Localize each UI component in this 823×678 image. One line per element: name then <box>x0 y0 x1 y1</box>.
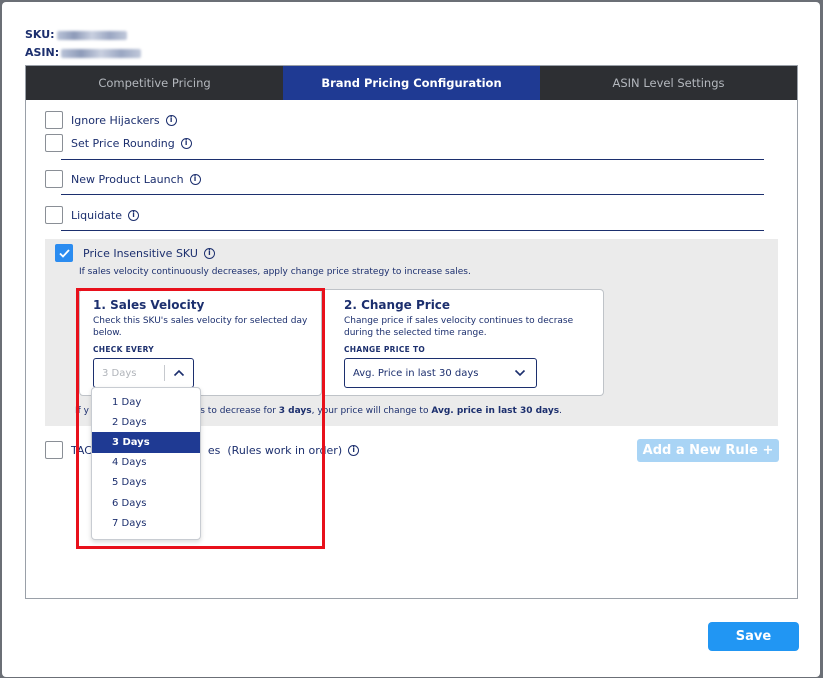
new-product-launch-checkbox[interactable] <box>45 170 63 188</box>
sku-line: SKU: <box>25 28 127 41</box>
price-insensitive-description: If sales velocity continuously decreases… <box>79 267 471 277</box>
asin-label: ASIN: <box>25 46 60 59</box>
tacos-checkbox[interactable] <box>45 441 63 459</box>
change-price-to-caption: CHANGE PRICE TO <box>344 345 426 354</box>
change-price-description: Change price if sales velocity continues… <box>344 316 574 338</box>
asin-line: ASIN: <box>25 46 142 59</box>
divider <box>61 194 764 195</box>
price-insensitive-checkbox[interactable] <box>55 244 73 262</box>
result-end: . <box>559 406 562 416</box>
divider <box>61 230 764 231</box>
info-icon[interactable]: i <box>180 137 192 149</box>
divider <box>61 159 764 160</box>
ignore-hijackers-row: Ignore Hijackers i <box>45 111 177 129</box>
check-icon <box>58 248 70 258</box>
tab-bar: Competitive Pricing Brand Pricing Config… <box>26 66 797 100</box>
new-product-launch-row: New Product Launch i <box>45 170 201 188</box>
save-button[interactable]: Save <box>708 622 799 651</box>
price-insensitive-label: Price Insensitive SKU <box>83 246 198 260</box>
liquidate-checkbox[interactable] <box>45 206 63 224</box>
set-price-rounding-checkbox[interactable] <box>45 134 63 152</box>
change-price-value: Avg. Price in last 30 days <box>353 367 479 379</box>
sku-value-redacted <box>56 30 127 40</box>
result-target: Avg. price in last 30 days <box>431 406 560 416</box>
info-icon[interactable]: i <box>203 247 215 259</box>
price-insensitive-row: Price Insensitive SKU i <box>55 244 215 262</box>
add-new-rule-button[interactable]: Add a New Rule + <box>637 439 779 462</box>
liquidate-label: Liquidate <box>71 208 122 222</box>
chevron-down-icon <box>514 369 526 377</box>
liquidate-row: Liquidate i <box>45 206 139 224</box>
tab-competitive-pricing[interactable]: Competitive Pricing <box>26 66 283 100</box>
set-price-rounding-label: Set Price Rounding <box>71 136 175 150</box>
sku-label: SKU: <box>25 28 55 41</box>
pricing-modal: SKU: ASIN: Competitive Pricing Brand Pri… <box>2 2 820 677</box>
result-mid2: , your price will change to <box>311 406 432 416</box>
info-icon[interactable]: i <box>189 173 201 185</box>
ignore-hijackers-checkbox[interactable] <box>45 111 63 129</box>
tab-brand-pricing-configuration[interactable]: Brand Pricing Configuration <box>283 66 540 100</box>
info-icon[interactable]: i <box>128 209 139 221</box>
ignore-hijackers-label: Ignore Hijackers <box>71 113 160 127</box>
new-product-launch-label: New Product Launch <box>71 172 184 186</box>
info-icon[interactable]: i <box>348 444 360 456</box>
set-price-rounding-row: Set Price Rounding i <box>45 134 192 152</box>
asin-value-redacted <box>61 48 142 58</box>
info-icon[interactable]: i <box>165 114 177 126</box>
change-price-card: 2. Change Price Change price if sales ve… <box>322 289 604 396</box>
red-highlight-box <box>76 288 325 549</box>
change-price-select[interactable]: Avg. Price in last 30 days <box>344 358 537 388</box>
tab-asin-level-settings[interactable]: ASIN Level Settings <box>540 66 797 100</box>
change-price-title: 2. Change Price <box>344 298 451 312</box>
